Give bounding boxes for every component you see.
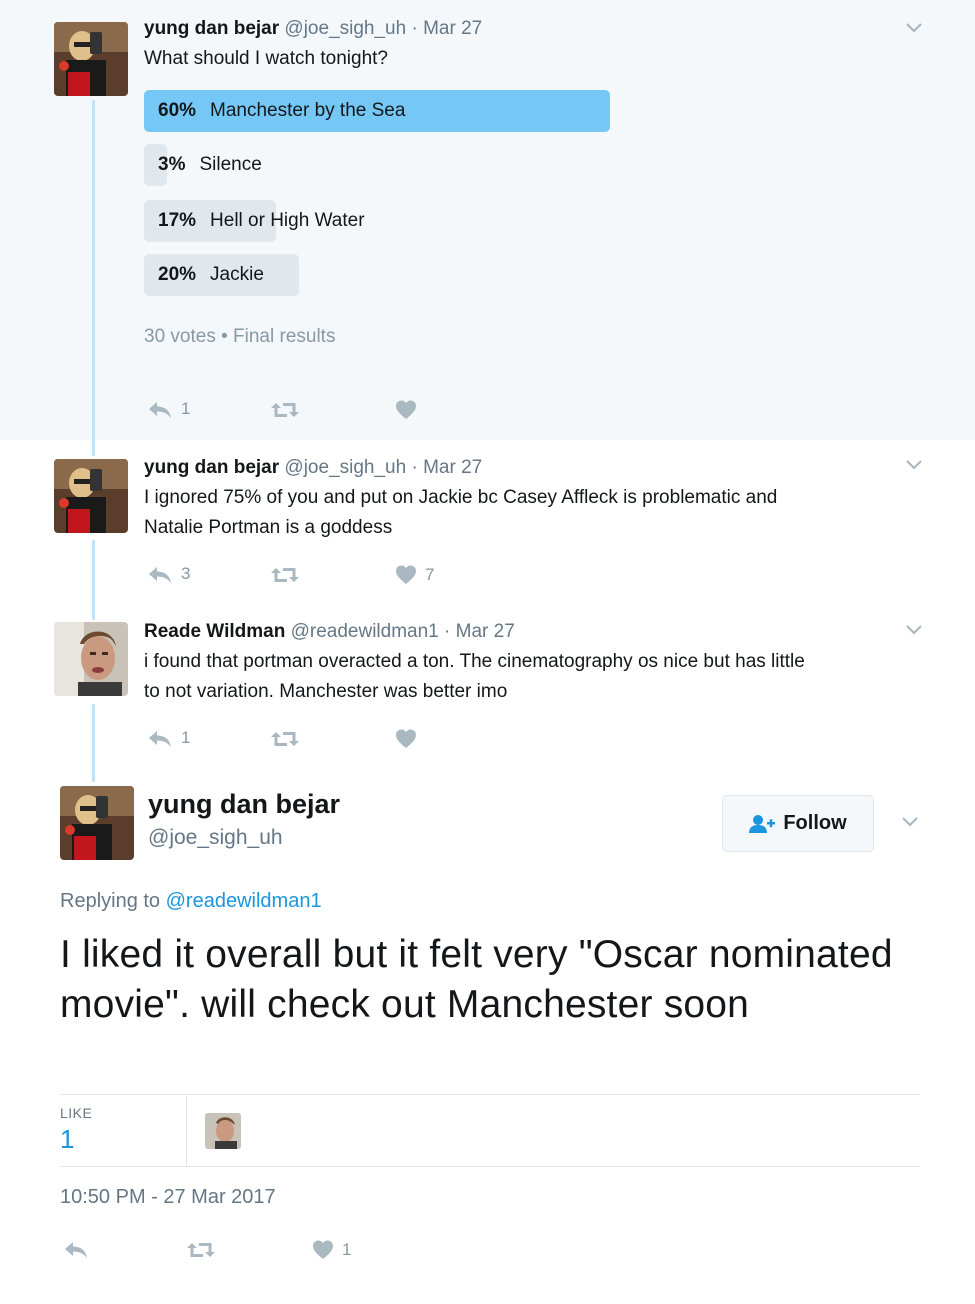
poll-option-label: 60% Manchester by the Sea <box>158 90 405 132</box>
heart-icon <box>396 565 416 584</box>
poll-option-percent: 60% <box>158 100 197 121</box>
thread-line <box>92 704 95 782</box>
replying-to: Replying to @readewildman1 <box>60 890 322 913</box>
separator: · <box>444 621 451 642</box>
separator: · <box>411 457 418 478</box>
reply-button[interactable]: 3 <box>147 564 190 584</box>
reply-count: 1 <box>181 728 191 747</box>
poll-footer: 30 votes • Final results <box>144 326 336 347</box>
reply-button[interactable] <box>63 1239 97 1259</box>
reply-icon <box>149 402 171 418</box>
poll-option-label: 3% Silence <box>158 144 262 186</box>
reply-count: 1 <box>181 399 191 418</box>
tweet-meta: Reade Wildman @readewildman1 · Mar 27 <box>144 620 515 644</box>
poll-option-label: 17% Hell or High Water <box>158 200 365 242</box>
like-button[interactable] <box>395 728 417 750</box>
like-count: 7 <box>425 565 435 584</box>
retweet-icon <box>271 732 299 746</box>
reply-button[interactable]: 1 <box>147 728 190 748</box>
divider <box>60 1094 920 1095</box>
chevron-down-icon[interactable] <box>905 459 923 471</box>
like-stat-count[interactable]: 1 <box>60 1124 74 1155</box>
poll-option-label: 20% Jackie <box>158 254 264 296</box>
heart-icon <box>313 1240 333 1259</box>
like-button[interactable] <box>395 399 417 421</box>
tweet-meta: yung dan bejar @joe_sigh_uh · Mar 27 <box>144 456 482 480</box>
chevron-down-icon[interactable] <box>905 22 923 34</box>
author-name[interactable]: yung dan bejar <box>148 789 340 820</box>
poll-option-percent: 17% <box>158 210 197 231</box>
add-user-icon <box>749 814 776 833</box>
author-handle[interactable]: @joe_sigh_uh <box>148 826 283 850</box>
retweet-button[interactable] <box>270 399 300 421</box>
avatar[interactable] <box>54 22 128 96</box>
tweet-text-line: I ignored 75% of you and put on Jackie b… <box>144 487 778 508</box>
chevron-down-icon[interactable] <box>901 816 919 828</box>
divider <box>60 1166 920 1167</box>
main-tweet-text: I liked it overall but it felt very "Osc… <box>60 933 893 1026</box>
thread-line <box>92 100 95 456</box>
thread-line <box>92 540 95 620</box>
reply-button[interactable]: 1 <box>147 399 190 419</box>
author-name[interactable]: Reade Wildman <box>144 621 285 642</box>
tweet-text-line: Natalie Portman is a goddess <box>144 517 393 538</box>
poll-option-text: Jackie <box>210 264 264 285</box>
retweet-icon <box>271 403 299 417</box>
tweet-text-line: i found that portman overacted a ton. Th… <box>144 651 805 672</box>
author-name[interactable]: yung dan bejar <box>144 18 279 39</box>
avatar[interactable] <box>54 622 128 696</box>
retweet-icon <box>271 568 299 582</box>
like-stat-label: LIKE <box>60 1105 93 1121</box>
author-handle[interactable]: @readewildman1 <box>291 621 439 642</box>
heart-icon <box>396 729 416 748</box>
retweet-icon <box>187 1243 215 1257</box>
retweet-button[interactable] <box>270 564 300 586</box>
author-handle[interactable]: @joe_sigh_uh <box>284 457 406 478</box>
author-handle[interactable]: @joe_sigh_uh <box>284 18 406 39</box>
tweet-date[interactable]: Mar 27 <box>423 18 482 39</box>
replying-prefix: Replying to <box>60 890 161 912</box>
like-button[interactable]: 7 <box>395 564 434 586</box>
reply-count: 3 <box>181 564 191 583</box>
avatar[interactable] <box>60 786 134 860</box>
poll-option-percent: 20% <box>158 264 197 285</box>
liker-avatar[interactable] <box>205 1113 241 1149</box>
follow-label: Follow <box>783 812 847 834</box>
poll-option-text: Manchester by the Sea <box>210 100 406 121</box>
heart-icon <box>396 400 416 419</box>
avatar[interactable] <box>54 459 128 533</box>
follow-button[interactable]: Follow <box>722 795 874 852</box>
tweet-date[interactable]: Mar 27 <box>456 621 515 642</box>
like-count: 1 <box>342 1240 352 1259</box>
retweet-button[interactable] <box>186 1239 216 1261</box>
retweet-button[interactable] <box>270 728 300 750</box>
tweet-meta: yung dan bejar @joe_sigh_uh · Mar 27 <box>144 17 482 41</box>
tweet-date[interactable]: Mar 27 <box>423 457 482 478</box>
poll-option-text: Silence <box>199 154 262 175</box>
reply-icon <box>65 1242 87 1258</box>
reply-icon <box>149 567 171 583</box>
author-name[interactable]: yung dan bejar <box>144 457 279 478</box>
replying-to-link[interactable]: @readewildman1 <box>166 890 322 912</box>
tweet-timestamp[interactable]: 10:50 PM - 27 Mar 2017 <box>60 1186 276 1209</box>
chevron-down-icon[interactable] <box>905 624 923 636</box>
separator: · <box>411 18 418 39</box>
divider <box>186 1096 187 1166</box>
tweet-text: What should I watch tonight? <box>144 48 388 69</box>
tweet-text-line: to not variation. Manchester was better … <box>144 681 508 702</box>
reply-icon <box>149 731 171 747</box>
poll-option-text: Hell or High Water <box>210 210 365 231</box>
like-button[interactable]: 1 <box>312 1239 351 1261</box>
poll-option-percent: 3% <box>158 154 186 175</box>
